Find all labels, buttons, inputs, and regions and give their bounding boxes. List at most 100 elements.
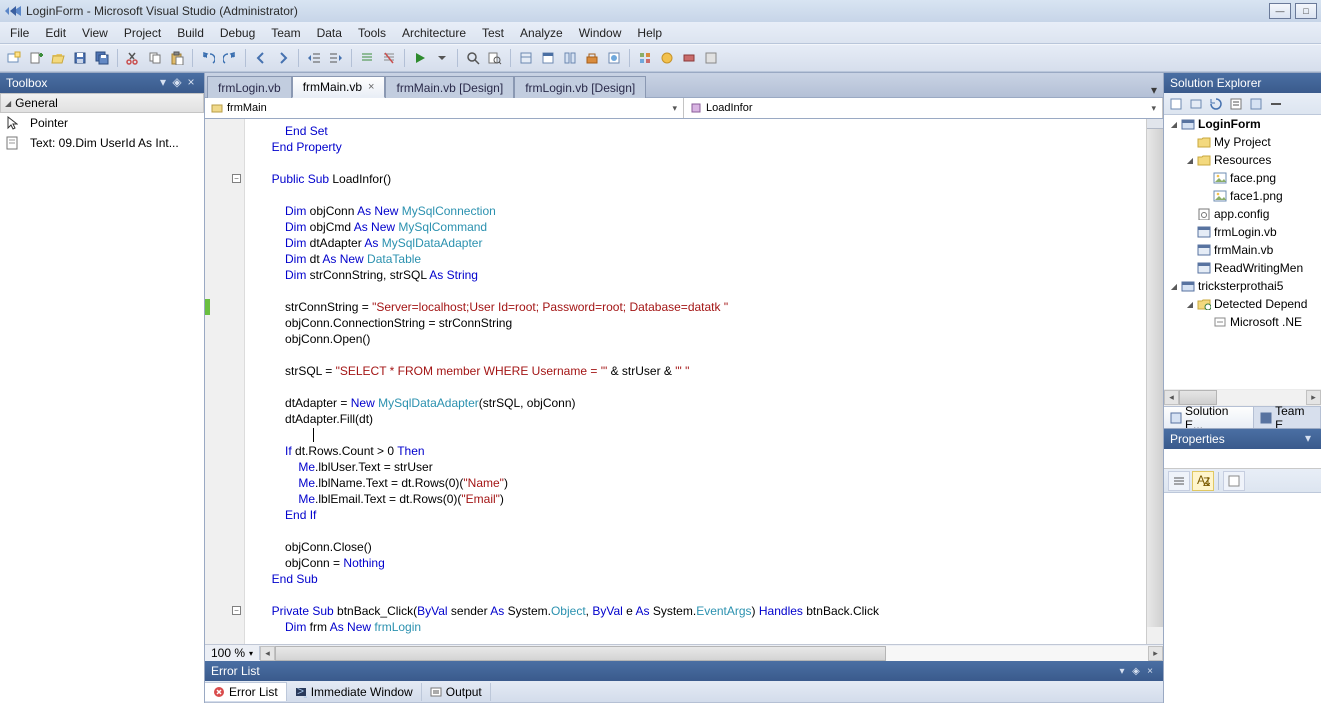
tree-node[interactable]: ◢LoginForm — [1164, 115, 1321, 133]
tree-node[interactable]: ◢Detected Depend — [1164, 295, 1321, 313]
misc-btn-3[interactable] — [701, 48, 721, 68]
menu-edit[interactable]: Edit — [37, 24, 74, 42]
scroll-right-button[interactable]: ▸ — [1148, 646, 1163, 661]
open-button[interactable] — [48, 48, 68, 68]
error-list-header[interactable]: Error List ▾ ◈ × — [205, 661, 1163, 681]
scroll-left-button[interactable]: ◂ — [1164, 390, 1179, 405]
properties-header[interactable]: Properties ▾ — [1164, 429, 1321, 449]
menu-analyze[interactable]: Analyze — [512, 24, 571, 42]
properties-window-button[interactable] — [538, 48, 558, 68]
scrollbar-thumb[interactable] — [275, 646, 886, 661]
scrollbar-thumb[interactable] — [1179, 390, 1217, 405]
expand-toggle[interactable]: ◢ — [1184, 300, 1196, 309]
start-debug-button[interactable] — [410, 48, 430, 68]
se-view-code-button[interactable] — [1227, 95, 1245, 113]
start-page-button[interactable] — [604, 48, 624, 68]
menu-test[interactable]: Test — [474, 24, 512, 42]
solution-tree[interactable]: ◢LoginFormMy Project◢Resourcesface.pngfa… — [1164, 115, 1321, 389]
close-icon[interactable]: × — [184, 76, 198, 90]
splitter-handle[interactable] — [1147, 119, 1163, 129]
solution-explorer-header[interactable]: Solution Explorer — [1164, 73, 1321, 93]
document-tab[interactable]: frmMain.vb [Design] — [385, 76, 514, 98]
debug-config-dropdown[interactable] — [432, 48, 452, 68]
tree-node[interactable]: My Project — [1164, 133, 1321, 151]
fold-toggle[interactable]: − — [232, 174, 241, 183]
indent-decrease-button[interactable] — [304, 48, 324, 68]
se-properties-button[interactable] — [1167, 95, 1185, 113]
redo-button[interactable] — [220, 48, 240, 68]
tree-node[interactable]: Microsoft .NE — [1164, 313, 1321, 331]
toolbox-button[interactable] — [582, 48, 602, 68]
tree-node[interactable]: frmMain.vb — [1164, 241, 1321, 259]
extension-manager-button[interactable] — [635, 48, 655, 68]
class-navigator-dropdown[interactable]: frmMain ▾ — [205, 98, 684, 118]
panel-dropdown-icon[interactable]: ▾ — [156, 76, 170, 90]
toolbox-group-header[interactable]: ◢ General — [0, 93, 204, 113]
scroll-left-button[interactable]: ◂ — [260, 646, 275, 661]
new-project-button[interactable] — [4, 48, 24, 68]
tree-node[interactable]: frmLogin.vb — [1164, 223, 1321, 241]
fold-toggle[interactable]: − — [232, 606, 241, 615]
close-icon[interactable]: × — [1143, 666, 1157, 677]
toolbox-item[interactable]: Pointer — [0, 113, 204, 133]
horizontal-scrollbar[interactable]: ◂ ▸ — [260, 646, 1163, 661]
categorized-button[interactable] — [1168, 471, 1190, 491]
panel-tab[interactable]: Team E — [1254, 407, 1321, 428]
panel-dropdown-icon[interactable]: ▾ — [1115, 666, 1129, 677]
object-browser-button[interactable] — [560, 48, 580, 68]
solution-explorer-button[interactable] — [516, 48, 536, 68]
panel-tab[interactable]: Solution E... — [1164, 407, 1254, 428]
tab-overflow-button[interactable]: ▾ — [1145, 83, 1163, 97]
paste-button[interactable] — [167, 48, 187, 68]
save-button[interactable] — [70, 48, 90, 68]
pin-icon[interactable]: ◈ — [170, 76, 184, 90]
scrollbar-thumb[interactable] — [1147, 129, 1163, 627]
vertical-scrollbar[interactable] — [1146, 119, 1163, 644]
pin-icon[interactable]: ◈ — [1129, 666, 1143, 677]
toolbox-header[interactable]: Toolbox ▾ ◈ × — [0, 73, 204, 93]
misc-btn-1[interactable] — [657, 48, 677, 68]
close-icon[interactable]: × — [368, 82, 374, 92]
document-tab[interactable]: frmMain.vb× — [292, 76, 386, 98]
menu-debug[interactable]: Debug — [212, 24, 263, 42]
toolbox-item[interactable]: Text: 09.Dim UserId As Int... — [0, 133, 204, 153]
undo-button[interactable] — [198, 48, 218, 68]
code-margin[interactable]: −− — [205, 119, 245, 644]
nav-forward-button[interactable] — [273, 48, 293, 68]
menu-window[interactable]: Window — [571, 24, 630, 42]
cut-button[interactable] — [123, 48, 143, 68]
misc-btn-2[interactable] — [679, 48, 699, 68]
code-editor[interactable]: −− End Set End Property Public Sub LoadI… — [205, 119, 1163, 644]
alphabetical-button[interactable]: AZ — [1192, 471, 1214, 491]
indent-increase-button[interactable] — [326, 48, 346, 68]
tree-node[interactable]: face.png — [1164, 169, 1321, 187]
save-all-button[interactable] — [92, 48, 112, 68]
se-refresh-button[interactable] — [1207, 95, 1225, 113]
nav-back-button[interactable] — [251, 48, 271, 68]
maximize-button[interactable]: □ — [1295, 3, 1317, 19]
bottom-tab[interactable]: Output — [422, 683, 491, 701]
copy-button[interactable] — [145, 48, 165, 68]
expand-toggle[interactable]: ◢ — [1168, 282, 1180, 291]
document-tab[interactable]: frmLogin.vb [Design] — [514, 76, 646, 98]
menu-build[interactable]: Build — [169, 24, 212, 42]
menu-team[interactable]: Team — [263, 24, 308, 42]
tree-node[interactable]: ◢tricksterprothai5 — [1164, 277, 1321, 295]
uncomment-button[interactable] — [379, 48, 399, 68]
se-view-designer-button[interactable] — [1247, 95, 1265, 113]
menu-tools[interactable]: Tools — [350, 24, 394, 42]
menu-data[interactable]: Data — [309, 24, 350, 42]
menu-file[interactable]: File — [2, 24, 37, 42]
find-button[interactable] — [463, 48, 483, 68]
bottom-tab[interactable]: >_Immediate Window — [287, 683, 422, 701]
add-item-button[interactable] — [26, 48, 46, 68]
zoom-dropdown[interactable]: 100 % ▾ — [205, 646, 260, 660]
expand-toggle[interactable]: ◢ — [1184, 156, 1196, 165]
document-tab[interactable]: frmLogin.vb — [207, 76, 292, 98]
tree-node[interactable]: app.config — [1164, 205, 1321, 223]
code-text-area[interactable]: End Set End Property Public Sub LoadInfo… — [245, 119, 1163, 644]
panel-dropdown-icon[interactable]: ▾ — [1301, 432, 1315, 446]
menu-project[interactable]: Project — [116, 24, 169, 42]
tree-node[interactable]: ReadWritingMen — [1164, 259, 1321, 277]
menu-help[interactable]: Help — [629, 24, 670, 42]
